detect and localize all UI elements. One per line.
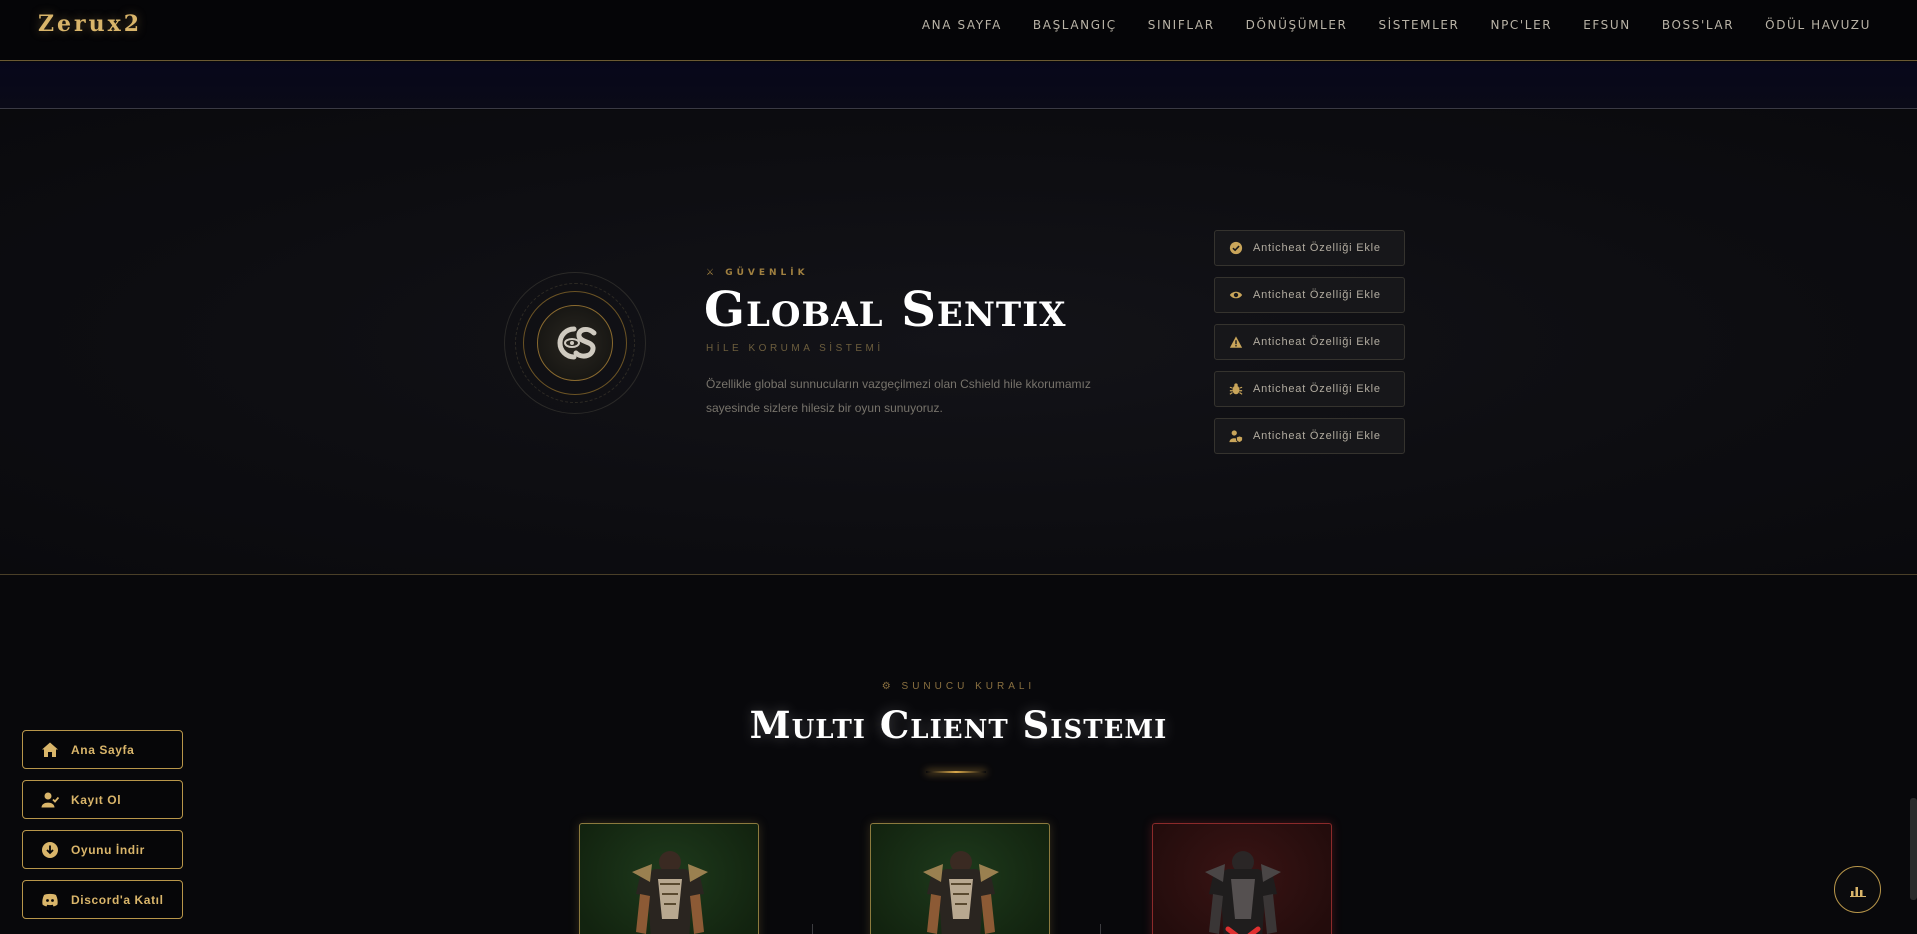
feature-item[interactable]: Anticheat Özelliği Ekle xyxy=(1214,371,1405,407)
security-subtitle: HİLE KORUMA SİSTEMİ xyxy=(706,343,884,354)
download-icon xyxy=(42,841,58,858)
security-eyebrow: ⚔ GÜVENLİK xyxy=(706,268,809,278)
security-section: ⚔ GÜVENLİK Global Sentix HİLE KORUMA SİS… xyxy=(0,110,1917,575)
title-underline xyxy=(926,771,986,773)
security-emblem xyxy=(504,272,646,414)
user-check-icon xyxy=(41,792,59,807)
feature-item[interactable]: Anticheat Özelliği Ekle xyxy=(1214,230,1405,266)
nav-item-bosses[interactable]: BOSS'LAR xyxy=(1662,18,1734,32)
user-shield-icon xyxy=(1229,430,1243,443)
feature-label: Anticheat Özelliği Ekle xyxy=(1253,383,1381,395)
join-discord-button[interactable]: Discord'a Katıl xyxy=(22,880,183,919)
nav-item-efsun[interactable]: EFSUN xyxy=(1583,18,1631,32)
check-circle-icon xyxy=(1229,241,1243,255)
armored-character-figure xyxy=(1205,851,1281,934)
armored-character-figure xyxy=(923,851,999,934)
divider-line xyxy=(1100,924,1101,934)
anticheat-feature-list: Anticheat Özelliği Ekle Anticheat Özelli… xyxy=(1214,230,1405,454)
security-title: Global Sentix xyxy=(704,282,1067,338)
site-logo[interactable]: Zerux2 xyxy=(38,11,142,37)
floating-action-buttons: Ana Sayfa Kayıt Ol Oyunu İndir Discord'a… xyxy=(22,730,183,919)
home-icon xyxy=(42,742,58,757)
feature-item[interactable]: Anticheat Özelliği Ekle xyxy=(1214,277,1405,313)
bug-icon xyxy=(1229,383,1243,395)
feature-label: Anticheat Özelliği Ekle xyxy=(1253,430,1381,442)
nav-item-npcs[interactable]: NPC'LER xyxy=(1491,18,1553,32)
nav-item-home[interactable]: ANA SAYFA xyxy=(922,18,1002,32)
download-game-button[interactable]: Oyunu İndir xyxy=(22,830,183,869)
rules-title: Multi Client Sistemi xyxy=(749,703,1168,747)
feature-item[interactable]: Anticheat Özelliği Ekle xyxy=(1214,418,1405,454)
nav-item-start[interactable]: BAŞLANGIÇ xyxy=(1033,18,1117,32)
nav-item-classes[interactable]: SINIFLAR xyxy=(1148,18,1215,32)
discord-icon xyxy=(42,893,58,906)
top-navbar: Zerux2 ANA SAYFA BAŞLANGIÇ SINIFLAR DÖNÜ… xyxy=(0,0,1917,61)
armored-character-figure xyxy=(632,851,708,934)
security-description: Özellikle global sunnucuların vazgeçilme… xyxy=(706,377,1091,415)
nav-item-reward-pool[interactable]: ÖDÜL HAVUZU xyxy=(1765,18,1871,32)
feature-item[interactable]: Anticheat Özelliği Ekle xyxy=(1214,324,1405,360)
feature-label: Anticheat Özelliği Ekle xyxy=(1253,289,1381,301)
character-card-denied xyxy=(1152,823,1332,934)
nav-item-systems[interactable]: SİSTEMLER xyxy=(1378,18,1459,32)
join-discord-button-label: Discord'a Katıl xyxy=(71,892,164,907)
eye-icon xyxy=(1229,291,1243,299)
top-band-divider xyxy=(0,62,1917,109)
page-scrollbar-thumb[interactable] xyxy=(1910,798,1917,900)
home-button-label: Ana Sayfa xyxy=(71,742,135,757)
nav-item-transforms[interactable]: DÖNÜŞÜMLER xyxy=(1246,18,1348,32)
register-button-label: Kayıt Ol xyxy=(71,792,122,807)
register-button[interactable]: Kayıt Ol xyxy=(22,780,183,819)
stats-icon xyxy=(1849,886,1866,897)
stats-fab-button[interactable] xyxy=(1834,866,1881,913)
feature-label: Anticheat Özelliği Ekle xyxy=(1253,242,1381,254)
home-button[interactable]: Ana Sayfa xyxy=(22,730,183,769)
rules-eyebrow: ⚙ SUNUCU KURALI xyxy=(881,681,1036,692)
feature-label: Anticheat Özelliği Ekle xyxy=(1253,336,1381,348)
cs-shield-logo-icon xyxy=(537,305,613,381)
main-nav: ANA SAYFA BAŞLANGIÇ SINIFLAR DÖNÜŞÜMLER … xyxy=(922,18,1871,32)
warning-icon xyxy=(1229,336,1243,348)
character-card-allowed-2 xyxy=(870,823,1050,934)
divider-line xyxy=(812,924,813,934)
character-card-allowed-1 xyxy=(579,823,759,934)
download-game-button-label: Oyunu İndir xyxy=(71,842,145,857)
